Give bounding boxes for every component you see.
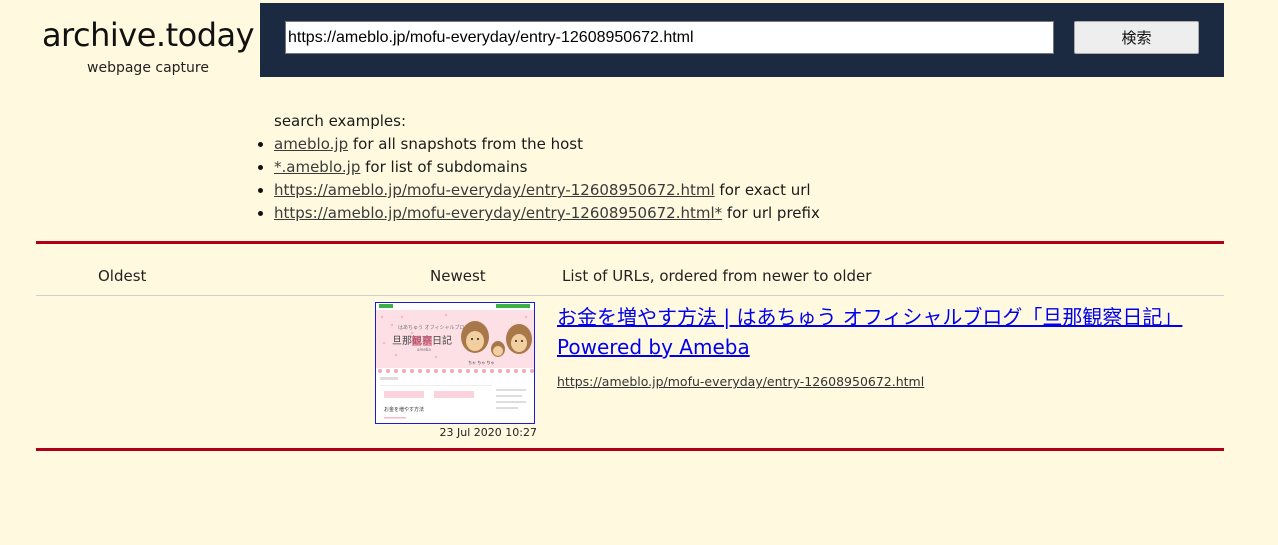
example-link-host[interactable]: ameblo.jp <box>274 135 348 153</box>
snapshot-thumbnail[interactable]: はあちゅう オフィシャルブログ 旦那観察日記 ameba ちゃ ちゃ ちゃ お金… <box>375 302 535 424</box>
example-desc: for exact url <box>714 181 811 199</box>
examples-list: ameblo.jp for all snapshots from the hos… <box>258 133 820 225</box>
svg-text:お金を増やす方法: お金を増やす方法 <box>384 406 424 413</box>
example-desc: for list of subdomains <box>360 158 528 176</box>
logo[interactable]: archive.today webpage capture <box>36 14 260 76</box>
svg-text:ameba: ameba <box>417 347 431 352</box>
example-link-prefix[interactable]: https://ameblo.jp/mofu-everyday/entry-12… <box>274 204 722 222</box>
example-item: https://ameblo.jp/mofu-everyday/entry-12… <box>258 202 820 225</box>
snapshot-date: 23 Jul 2020 10:27 <box>439 426 537 439</box>
header-divider <box>36 295 1224 296</box>
example-item: *.ameblo.jp for list of subdomains <box>258 156 820 179</box>
search-button[interactable]: 検索 <box>1074 21 1199 54</box>
top-divider <box>36 241 1224 244</box>
svg-text:旦那観察日記: 旦那観察日記 <box>392 334 452 347</box>
search-input[interactable] <box>285 21 1054 54</box>
result-url-link[interactable]: https://ameblo.jp/mofu-everyday/entry-12… <box>557 374 924 389</box>
example-desc: for url prefix <box>722 204 820 222</box>
example-link-exact[interactable]: https://ameblo.jp/mofu-everyday/entry-12… <box>274 181 715 199</box>
logo-subtitle: webpage capture <box>87 60 209 76</box>
search-examples: search examples: ameblo.jp for all snaps… <box>258 110 820 225</box>
example-desc: for all snapshots from the host <box>348 135 583 153</box>
example-item: ameblo.jp for all snapshots from the hos… <box>258 133 820 156</box>
search-bar: 検索 <box>260 3 1224 77</box>
svg-text:はあちゅう オフィシャルブログ: はあちゅう オフィシャルブログ <box>398 324 470 331</box>
bottom-divider <box>36 448 1224 451</box>
example-item: https://ameblo.jp/mofu-everyday/entry-12… <box>258 179 820 202</box>
thumbnail-image: はあちゅう オフィシャルブログ 旦那観察日記 ameba ちゃ ちゃ ちゃ お金… <box>376 303 534 423</box>
svg-text:ちゃ ちゃ ちゃ: ちゃ ちゃ ちゃ <box>468 359 495 365</box>
logo-title: archive.today <box>41 16 255 54</box>
header-oldest: Oldest <box>98 267 147 285</box>
result-title-link[interactable]: お金を増やす方法 | はあちゅう オフィシャルブログ「旦那観察日記」 Power… <box>557 302 1217 362</box>
example-link-subdomains[interactable]: *.ameblo.jp <box>274 158 360 176</box>
header-url-list: List of URLs, ordered from newer to olde… <box>562 267 872 285</box>
header-newest: Newest <box>430 267 486 285</box>
examples-heading: search examples: <box>274 112 407 130</box>
